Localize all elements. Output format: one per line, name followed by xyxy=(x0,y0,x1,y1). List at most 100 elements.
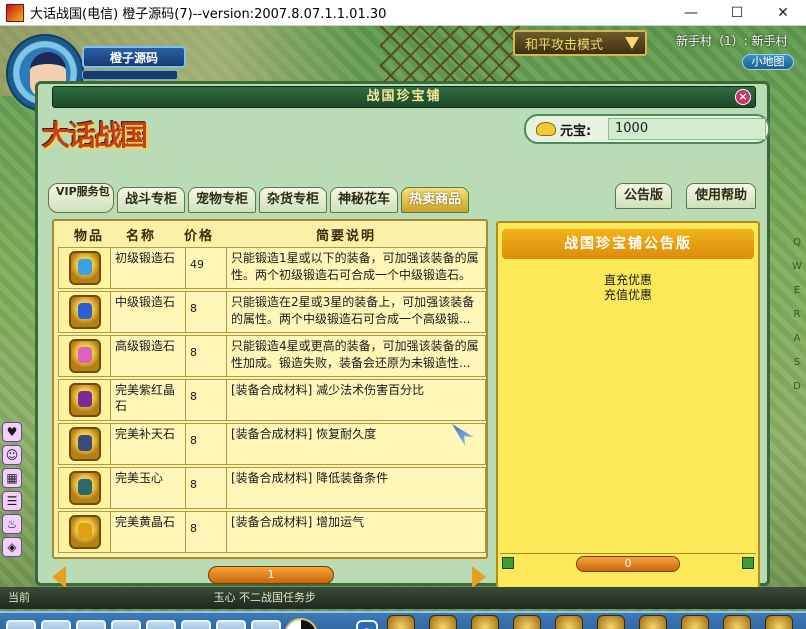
item-row[interactable]: 高级锻造石 8 只能锻造4星或更高的装备，可加强该装备的属性加成。锻造失败，装备会还… xyxy=(58,335,486,377)
tab-misc[interactable]: 杂货专柜 xyxy=(259,187,328,213)
item-icon-cell xyxy=(59,248,111,288)
column-price: 价格 xyxy=(184,229,215,244)
player-name: 橙子源码 xyxy=(82,46,186,68)
fkey-button[interactable]: F1 xyxy=(6,620,36,629)
tab-notice[interactable]: 公告版 xyxy=(615,183,673,209)
fkey-button[interactable]: F8 xyxy=(251,620,281,629)
fkey-button[interactable]: F3 xyxy=(76,620,106,629)
next-page-arrow-icon[interactable] xyxy=(472,566,486,588)
heart-icon[interactable]: ♥ xyxy=(2,422,22,442)
item-name: 初级锻造石 xyxy=(115,251,176,265)
tab-battle[interactable]: 战斗专柜 xyxy=(117,187,186,213)
blue-gem-icon[interactable] xyxy=(69,295,101,329)
level-badge: 1 xyxy=(356,620,378,629)
right-hotkey-letters: Q W E R A S D xyxy=(790,231,804,399)
shop-dialog: 战国珍宝铺 × 大话战国 元宝: 1000 VIP服务包 战斗专柜 宠物专柜 杂… xyxy=(35,81,770,591)
item-row[interactable]: 完美黄晶石 8 [装备合成材料] 增加运气 xyxy=(58,511,486,553)
hotkey-letter: A xyxy=(793,333,801,344)
tab-help[interactable]: 使用帮助 xyxy=(686,183,757,209)
item-row[interactable]: 初级锻造石 49 只能锻造1星或以下的装备，可加强该装备的属性。两个初级锻造石可合成… xyxy=(58,247,486,289)
yuanbao-value: 1000 xyxy=(608,118,766,140)
item-name: 完美黄晶石 xyxy=(115,515,176,529)
window-title: 大话战国(电信) 橙子源码(7)--version:2007.8.07.1.1.… xyxy=(30,7,387,22)
fkey-button[interactable]: F6 xyxy=(181,620,211,629)
item-description: [装备合成材料] 增加运气 xyxy=(231,515,365,529)
purple-crystal-icon[interactable] xyxy=(69,383,101,417)
menu-button-icon xyxy=(471,615,499,629)
hotkey-letter: D xyxy=(793,381,801,392)
notice-footer: 0 xyxy=(500,553,756,575)
menu-button[interactable]: 关闭 xyxy=(760,615,798,629)
item-price: 8 xyxy=(185,468,227,508)
menu-button-icon xyxy=(429,615,457,629)
attack-mode-label: 和平攻击模式 xyxy=(525,37,604,53)
shop-title: 战国珍宝铺 xyxy=(366,89,442,104)
bag-icon[interactable]: ◈ xyxy=(2,537,22,557)
menu-button-icon xyxy=(555,615,583,629)
item-name: 完美玉心 xyxy=(115,471,164,485)
menu-button[interactable]: 宠物 xyxy=(550,615,588,629)
left-side-icons: ♥ ☺ ▦ ☰ ♨ ◈ xyxy=(2,422,24,560)
shop-titlebar[interactable]: 战国珍宝铺 × xyxy=(52,86,756,108)
menu-button-icon xyxy=(723,615,751,629)
item-icon-cell xyxy=(59,380,111,420)
item-row[interactable]: 完美紫红晶石 8 [装备合成材料] 减少法术伤害百分比 xyxy=(58,379,486,421)
prev-page-arrow-icon[interactable] xyxy=(52,566,66,588)
menu-button[interactable]: 任务 xyxy=(592,615,630,629)
smile-icon[interactable]: ☺ xyxy=(2,445,22,465)
menu-button[interactable]: 道具 xyxy=(466,615,504,629)
chat-status-strip: 当前 玉心 不二战国任务步 xyxy=(0,587,806,609)
shop-tabs: VIP服务包 战斗专柜 宠物专柜 杂货专柜 神秘花车 热卖商品 xyxy=(48,183,472,213)
grid-icon[interactable]: ▦ xyxy=(2,468,22,488)
yuanbao-label: 元宝: xyxy=(560,123,592,139)
yinyang-icon[interactable] xyxy=(284,618,318,629)
item-price: 49 xyxy=(185,248,227,288)
yellow-crystal-icon[interactable] xyxy=(69,515,101,549)
menu-button[interactable]: 技能 xyxy=(508,615,546,629)
hp-bar xyxy=(82,70,178,80)
fkey-button[interactable]: F7 xyxy=(216,620,246,629)
minimize-button[interactable]: — xyxy=(668,0,714,26)
menu-button[interactable]: 商店 xyxy=(382,615,420,629)
fkey-button[interactable]: F4 xyxy=(111,620,141,629)
window-titlebar: 大话战国(电信) 橙子源码(7)--version:2007.8.07.1.1.… xyxy=(0,0,806,26)
item-name: 完美紫红晶石 xyxy=(115,383,176,413)
tab-mystery[interactable]: 神秘花车 xyxy=(330,187,399,213)
tab-vip[interactable]: VIP服务包 xyxy=(48,183,114,213)
item-name: 中级锻造石 xyxy=(115,295,176,309)
window-close-button[interactable]: ✕ xyxy=(760,0,806,26)
item-row[interactable]: 完美玉心 8 [装备合成材料] 降低装备条件 xyxy=(58,467,486,509)
fkey-button[interactable]: F5 xyxy=(146,620,176,629)
item-row[interactable]: 完美补天石 8 [装备合成材料] 恢复耐久度 xyxy=(58,423,486,465)
game-scene: 橙子源码 和平攻击模式 新手村（1）: 新手村 小地图 ♥ ☺ ▦ ☰ ♨ ◈ … xyxy=(0,26,806,629)
menu-button[interactable]: 好友 xyxy=(676,615,714,629)
shop-close-button[interactable]: × xyxy=(735,89,751,105)
jade-crystal-icon[interactable] xyxy=(69,471,101,505)
item-price: 8 xyxy=(185,336,227,376)
item-row[interactable]: 中级锻造石 8 只能锻造在2星或3星的装备上，可加强该装备的属性。两个中级锻造石可合… xyxy=(58,291,486,333)
menu-button[interactable]: 组队 xyxy=(634,615,672,629)
menu-icon[interactable]: ☰ xyxy=(2,491,22,511)
notice-prev-icon[interactable] xyxy=(502,557,514,569)
item-list-header: 物品 名称 价格 简要说明 xyxy=(54,221,486,247)
notice-title: 战国珍宝铺公告版 xyxy=(502,229,754,259)
minimap-button[interactable]: 小地图 xyxy=(742,54,794,70)
potion-icon[interactable]: ♨ xyxy=(2,514,22,534)
pink-gem-icon[interactable] xyxy=(69,339,101,373)
yuanbao-icon xyxy=(536,122,556,136)
crystal-icon[interactable] xyxy=(69,427,101,461)
menu-button-icon xyxy=(681,615,709,629)
item-description: [装备合成材料] 降低装备条件 xyxy=(231,471,389,485)
menu-button[interactable]: 人物 xyxy=(424,615,462,629)
notice-next-icon[interactable] xyxy=(742,557,754,569)
tab-pet[interactable]: 宠物专柜 xyxy=(188,187,257,213)
fkey-button[interactable]: F2 xyxy=(41,620,71,629)
maximize-button[interactable]: ☐ xyxy=(714,0,760,26)
item-description: 只能锻造4星或更高的装备，可加强该装备的属性加成。锻造失败，装备会还原为未锻造性… xyxy=(231,339,479,370)
tab-hot[interactable]: 热卖商品 xyxy=(401,187,470,213)
menu-button-icon xyxy=(387,615,415,629)
blue-gem-icon[interactable] xyxy=(69,251,101,285)
item-description: 只能锻造在2星或3星的装备上，可加强该装备的属性。两个中级锻造石可合成一个高级锻… xyxy=(231,295,475,326)
attack-mode-dropdown[interactable]: 和平攻击模式 xyxy=(513,30,647,56)
menu-button[interactable]: 交易 xyxy=(718,615,756,629)
